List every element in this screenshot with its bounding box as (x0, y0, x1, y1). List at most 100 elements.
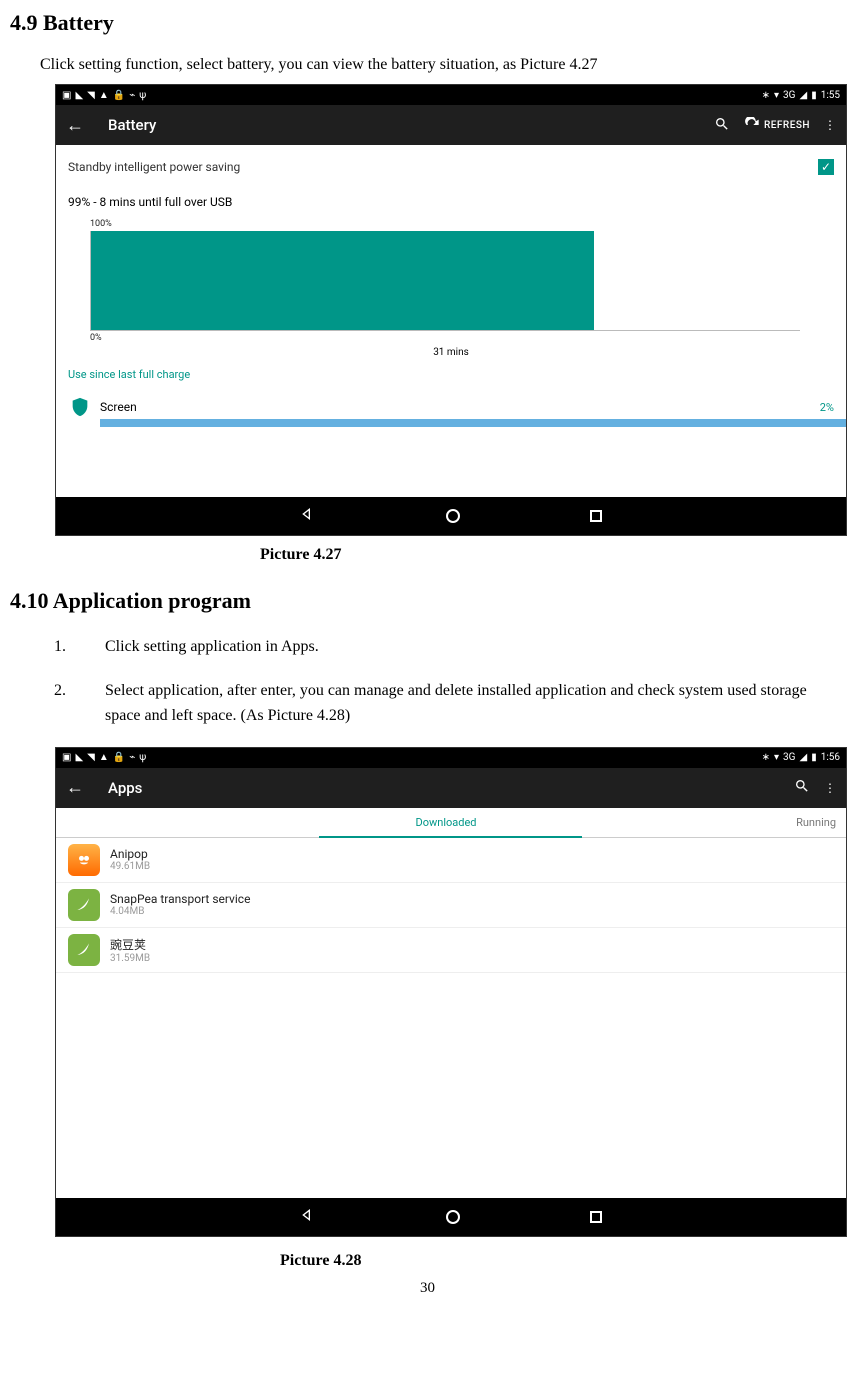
caption-4-28: Picture 4.28 (280, 1252, 845, 1270)
notification-icon: ▣ (62, 752, 71, 763)
app-name: 豌豆荚 (110, 936, 150, 953)
usb-icon: ψ (139, 752, 146, 763)
screen-icon (68, 395, 92, 419)
app-row-anipop[interactable]: Anipop 49.61MB (56, 838, 846, 883)
search-button[interactable] (794, 778, 810, 797)
battery-status-text: 99% - 8 mins until full over USB (56, 189, 846, 215)
screen-usage-pct: 2% (820, 401, 834, 414)
nav-home-button[interactable] (446, 509, 460, 523)
app-row-snappea[interactable]: SnapPea transport service 4.04MB (56, 883, 846, 928)
notification-icon: ◣ (75, 90, 83, 101)
lock-icon: 🔒 (113, 752, 125, 763)
app-icon (68, 889, 100, 921)
status-left-icons: ▣ ◣ ◥ ▲ 🔒 ⌁ ψ (62, 90, 146, 101)
search-button[interactable] (714, 116, 730, 135)
section-4-9-body: Click setting function, select battery, … (40, 56, 845, 74)
apps-action-bar: ← Apps ⋮ (56, 768, 846, 808)
app-size: 49.61MB (110, 861, 150, 872)
nav-back-button[interactable] (300, 506, 316, 526)
clock-time: 1:55 (821, 90, 840, 101)
nav-home-button[interactable] (446, 1210, 460, 1224)
battery-chart[interactable]: 100% 0% (56, 215, 846, 345)
refresh-button[interactable]: REFRESH (744, 117, 810, 133)
status-left-icons: ▣ ◣ ◥ ▲ 🔒 ⌁ ψ (62, 752, 146, 763)
standby-power-saving-row[interactable]: Standby intelligent power saving ✓ (56, 145, 846, 189)
overflow-menu-button[interactable]: ⋮ (824, 781, 836, 795)
signal-icon: ◢ (799, 90, 807, 101)
bluetooth-icon: ∗ (762, 90, 770, 101)
blank-area (56, 427, 846, 497)
usb-icon: ψ (139, 90, 146, 101)
notification-icon: ◥ (87, 752, 95, 763)
standby-checkbox[interactable]: ✓ (818, 159, 834, 175)
apps-tabs: Downloaded Running (56, 808, 846, 838)
app-name: SnapPea transport service (110, 892, 250, 906)
app-icon (68, 844, 100, 876)
status-bar: ▣ ◣ ◥ ▲ 🔒 ⌁ ψ ∗ ▾ 3G ◢ ▮ 1:55 (56, 85, 846, 105)
app-size: 31.59MB (110, 953, 150, 964)
bug-icon: ⌁ (129, 752, 135, 763)
battery-icon: ▮ (811, 90, 817, 101)
section-4-10-list: Click setting application in Apps. Selec… (70, 634, 845, 729)
notification-icon: ◣ (75, 752, 83, 763)
chart-x-label: 31 mins (56, 345, 846, 360)
nav-recent-button[interactable] (590, 510, 602, 522)
navigation-bar (56, 497, 846, 535)
caption-4-27: Picture 4.27 (260, 546, 845, 564)
app-size: 4.04MB (110, 906, 250, 917)
tab-running[interactable]: Running (576, 808, 846, 837)
page-number: 30 (10, 1280, 845, 1297)
wifi-icon: ▾ (774, 752, 779, 763)
app-row-wandoujia[interactable]: 豌豆荚 31.59MB (56, 928, 846, 973)
bug-icon: ⌁ (129, 90, 135, 101)
standby-label: Standby intelligent power saving (68, 160, 240, 174)
app-list: Anipop 49.61MB SnapPea transport service… (56, 838, 846, 973)
chart-plot-area (90, 231, 800, 331)
screen-usage-bar (100, 419, 846, 427)
use-since-label: Use since last full charge (56, 360, 846, 391)
section-4-9-heading: 4.9 Battery (10, 10, 845, 36)
navigation-bar (56, 1198, 846, 1236)
screen-usage-row[interactable]: Screen 2% (56, 391, 846, 419)
tab-placeholder-left[interactable] (56, 808, 316, 837)
back-button[interactable]: ← (66, 115, 84, 136)
status-right-icons: ∗ ▾ 3G ◢ ▮ 1:55 (762, 90, 840, 101)
apps-screenshot: ▣ ◣ ◥ ▲ 🔒 ⌁ ψ ∗ ▾ 3G ◢ ▮ 1:56 ← Apps ⋮ (55, 747, 847, 1237)
screen-title: Apps (108, 779, 794, 797)
status-right-icons: ∗ ▾ 3G ◢ ▮ 1:56 (762, 752, 840, 763)
screen-title: Battery (108, 116, 714, 134)
nav-back-button[interactable] (300, 1207, 316, 1227)
refresh-label: REFRESH (764, 120, 810, 131)
network-3g-label: 3G (783, 752, 795, 763)
screen-usage-label: Screen (100, 400, 820, 414)
network-3g-label: 3G (783, 90, 795, 101)
chart-y-min: 0% (90, 333, 800, 343)
warning-icon: ▲ (99, 90, 109, 101)
section-4-10-heading: 4.10 Application program (10, 588, 845, 614)
list-item-1: Click setting application in Apps. (70, 634, 845, 660)
status-bar: ▣ ◣ ◥ ▲ 🔒 ⌁ ψ ∗ ▾ 3G ◢ ▮ 1:56 (56, 748, 846, 768)
tab-downloaded[interactable]: Downloaded (316, 808, 576, 837)
battery-icon: ▮ (811, 752, 817, 763)
overflow-menu-button[interactable]: ⋮ (824, 118, 836, 132)
list-item-2: Select application, after enter, you can… (70, 678, 845, 729)
bluetooth-icon: ∗ (762, 752, 770, 763)
tab-indicator (319, 836, 582, 838)
blank-area (56, 973, 846, 1198)
wifi-icon: ▾ (774, 90, 779, 101)
battery-action-bar: ← Battery REFRESH ⋮ (56, 105, 846, 145)
battery-screenshot: ▣ ◣ ◥ ▲ 🔒 ⌁ ψ ∗ ▾ 3G ◢ ▮ 1:55 ← Battery … (55, 84, 847, 536)
chart-y-max: 100% (90, 219, 800, 229)
notification-icon: ▣ (62, 90, 71, 101)
app-name: Anipop (110, 847, 150, 861)
refresh-icon (744, 117, 760, 133)
warning-icon: ▲ (99, 752, 109, 763)
back-button[interactable]: ← (66, 777, 84, 798)
notification-icon: ◥ (87, 90, 95, 101)
search-icon (714, 116, 730, 132)
clock-time: 1:56 (821, 752, 840, 763)
search-icon (794, 778, 810, 794)
nav-recent-button[interactable] (590, 1211, 602, 1223)
signal-icon: ◢ (799, 752, 807, 763)
chart-fill (91, 231, 594, 330)
